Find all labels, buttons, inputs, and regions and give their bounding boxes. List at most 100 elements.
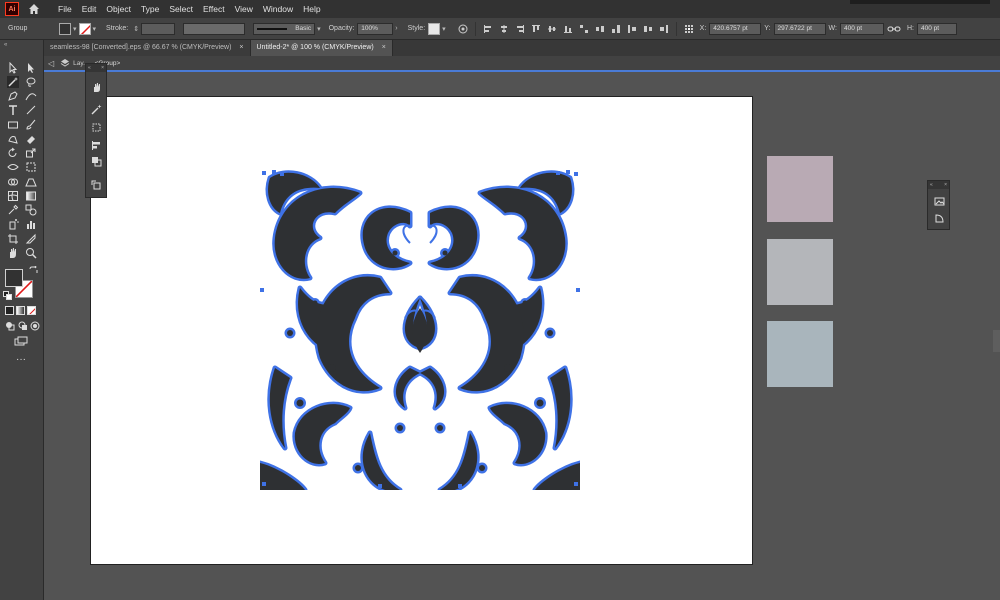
recolor-artwork-icon[interactable] [458, 24, 468, 34]
width-field[interactable]: 400 pt [839, 22, 884, 35]
shape-builder-icon[interactable] [7, 176, 19, 188]
height-field[interactable]: 400 pt [916, 22, 957, 35]
stroke-color-button[interactable] [78, 22, 91, 35]
type-tool-icon[interactable] [7, 104, 19, 116]
distribute-right-icon[interactable] [659, 24, 669, 34]
gradient-panel-icon[interactable] [934, 213, 945, 224]
symbol-sprayer-icon[interactable] [7, 218, 19, 230]
reference-point-icon[interactable] [684, 24, 694, 34]
align-middle-icon[interactable] [547, 24, 557, 34]
puppet-warp-icon[interactable] [91, 82, 102, 93]
close-icon[interactable]: × [382, 40, 386, 56]
hand-icon[interactable] [7, 247, 19, 259]
pen-tool-icon[interactable] [7, 90, 19, 102]
close-icon[interactable]: × [239, 40, 243, 56]
align-bottom-icon[interactable] [563, 24, 573, 34]
graph-icon[interactable] [25, 218, 37, 230]
back-arrow-icon[interactable]: ◁ [48, 59, 54, 68]
chevron-down-icon[interactable]: ▾ [73, 25, 77, 33]
none-mode-button[interactable] [27, 306, 36, 315]
width-icon[interactable] [7, 161, 19, 173]
direct-selection-tool-icon[interactable] [25, 62, 37, 74]
selection-tool-icon[interactable] [7, 61, 19, 74]
tab-seamless-98[interactable]: seamless-98 [Converted].eps @ 66.67 % (C… [44, 40, 251, 56]
line-tool-icon[interactable] [25, 104, 37, 116]
menu-select[interactable]: Select [164, 0, 198, 18]
curvature-icon[interactable] [25, 90, 37, 102]
collapse-panel-icon[interactable]: « [930, 181, 933, 189]
eyedropper-icon[interactable] [7, 204, 19, 216]
artboard-icon[interactable] [7, 233, 19, 245]
chevron-down-icon[interactable]: ▾ [442, 25, 446, 33]
variable-width-profile[interactable] [183, 22, 246, 35]
draw-inside-icon[interactable] [30, 321, 40, 331]
image-trace-icon[interactable] [934, 196, 945, 207]
distribute-left-icon[interactable] [627, 24, 637, 34]
eraser-icon[interactable] [25, 133, 37, 145]
scale-icon[interactable] [25, 147, 37, 159]
align-top-icon[interactable] [531, 24, 541, 34]
stroke-weight-field[interactable] [141, 22, 176, 35]
pathfinder-icon[interactable] [91, 156, 102, 167]
lasso-icon[interactable] [25, 76, 37, 88]
menu-file[interactable]: File [53, 0, 77, 18]
blend-icon[interactable] [25, 204, 37, 216]
damask-pattern-artwork[interactable] [260, 168, 580, 490]
menu-object[interactable]: Object [101, 0, 136, 18]
brush-definition-field[interactable]: Basic [253, 22, 316, 35]
slice-icon[interactable] [25, 233, 37, 245]
free-transform-icon[interactable] [25, 161, 37, 173]
magic-wand-icon[interactable] [91, 104, 102, 115]
distribute-center-icon[interactable] [595, 24, 605, 34]
shaper-icon[interactable] [7, 133, 19, 145]
perspective-icon[interactable] [25, 176, 37, 188]
stroke-stepper-icon[interactable]: ⇕ [133, 25, 139, 33]
distribute-hcenter-icon[interactable] [643, 24, 653, 34]
fill-color-button[interactable] [59, 22, 71, 35]
mesh-icon[interactable] [7, 190, 19, 202]
chevron-down-icon[interactable]: ▾ [317, 25, 321, 33]
chevron-down-icon[interactable]: ▾ [93, 25, 97, 33]
align-left-icon[interactable] [483, 24, 493, 34]
swap-fill-stroke-icon[interactable] [29, 266, 38, 275]
close-icon[interactable]: × [101, 64, 104, 72]
collapse-panel-icon[interactable]: « [88, 64, 91, 72]
distribute-bottom-icon[interactable] [611, 24, 621, 34]
color-mode-button[interactable] [5, 306, 14, 315]
distribute-top-icon[interactable] [579, 24, 589, 34]
magic-wand-icon[interactable] [7, 76, 19, 88]
menu-effect[interactable]: Effect [198, 0, 230, 18]
align-center-icon[interactable] [499, 24, 509, 34]
gradient-mode-button[interactable] [16, 306, 25, 315]
screen-mode-icon[interactable] [14, 336, 28, 346]
home-icon[interactable] [27, 2, 41, 16]
x-position-field[interactable]: 420.6757 pt [709, 22, 762, 35]
y-position-field[interactable]: 297.6722 pt [773, 22, 826, 35]
more-tools-icon[interactable]: ··· [16, 354, 26, 365]
collapse-panel-icon[interactable]: « [4, 42, 7, 48]
transform-bounds-icon[interactable] [91, 122, 102, 133]
draw-normal-icon[interactable] [5, 321, 15, 331]
fill-swatch[interactable] [5, 269, 23, 287]
color-swatch-2[interactable] [767, 239, 833, 305]
draw-behind-icon[interactable] [18, 321, 28, 331]
paintbrush-icon[interactable] [25, 119, 37, 131]
align-right-icon[interactable] [515, 24, 525, 34]
artboards-icon[interactable] [91, 180, 102, 191]
gradient-icon[interactable] [25, 190, 37, 202]
zoom-icon[interactable] [25, 247, 37, 259]
align-icon[interactable] [91, 140, 102, 151]
menu-help[interactable]: Help [298, 0, 325, 18]
rectangle-tool-icon[interactable] [7, 119, 19, 131]
panel-dock-handle[interactable] [993, 330, 1000, 352]
menu-view[interactable]: View [230, 0, 258, 18]
tab-untitled-2[interactable]: Untitled-2* @ 100 % (CMYK/Preview) × [250, 40, 393, 56]
graphic-style-swatch[interactable] [428, 22, 441, 35]
constrain-proportions-icon[interactable] [887, 24, 901, 34]
default-colors-icon[interactable] [3, 291, 12, 300]
close-icon[interactable]: × [944, 181, 947, 189]
rotate-icon[interactable] [7, 147, 19, 159]
menu-window[interactable]: Window [258, 0, 298, 18]
menu-edit[interactable]: Edit [77, 0, 102, 18]
opacity-field[interactable]: 100% [357, 22, 394, 35]
